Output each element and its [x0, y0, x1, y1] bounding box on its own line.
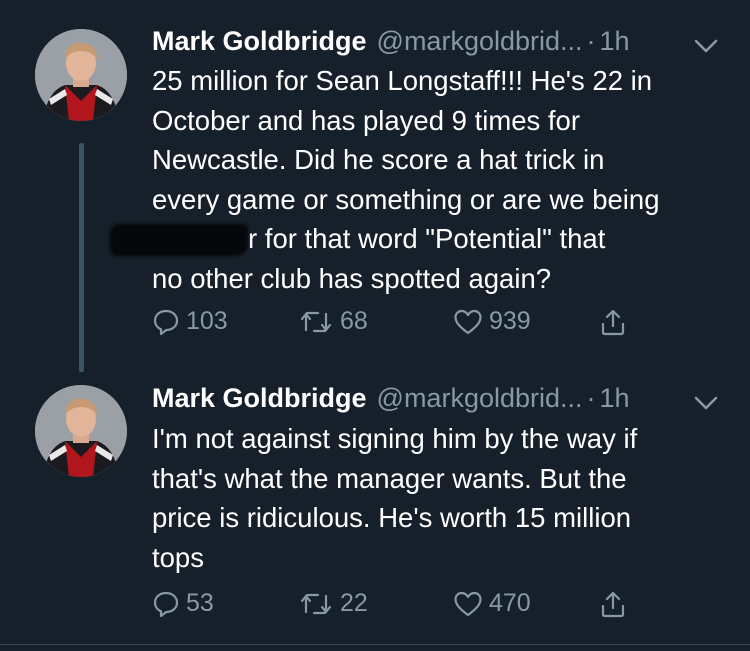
share-icon — [598, 589, 628, 619]
chevron-down-icon[interactable] — [693, 36, 719, 56]
reply-icon — [152, 308, 180, 336]
heart-icon — [453, 308, 483, 336]
separator-dot: · — [586, 383, 596, 413]
thread-line — [79, 143, 84, 372]
heart-icon — [453, 590, 483, 618]
like-button[interactable]: 470 — [453, 589, 531, 618]
avatar[interactable] — [35, 385, 127, 477]
tweet-text-line: that's what the manager wants. But the — [152, 462, 627, 494]
tweet-text-line: no other club has spotted again? — [152, 262, 552, 294]
reply-icon — [152, 590, 180, 618]
tweet-text-line: price is ridiculous. He's worth 15 milli… — [152, 502, 632, 533]
share-button[interactable] — [598, 307, 628, 337]
chevron-down-icon[interactable] — [693, 393, 719, 413]
retweet-button[interactable]: 22 — [298, 589, 368, 618]
tweet-text: 25 million for Sean Longstaff!!! He's 22… — [110, 61, 732, 298]
tweet-1[interactable]: Mark Goldbridge @markgoldbrid... · 1h 25… — [0, 0, 750, 372]
username[interactable]: @markgoldbrid... — [377, 383, 583, 414]
tweet-actions: 53 22 470 — [152, 589, 652, 623]
share-button[interactable] — [598, 589, 628, 619]
reply-button[interactable]: 53 — [152, 589, 214, 618]
tweet-header: Mark Goldbridge @markgoldbrid... · 1h — [152, 26, 630, 62]
retweet-count: 68 — [340, 307, 368, 335]
share-icon — [598, 307, 628, 337]
display-name[interactable]: Mark Goldbridge — [152, 26, 367, 57]
tweet-text-line: 25 million for Sean Longstaff!!! He's 22… — [152, 65, 653, 96]
tweet-divider — [0, 644, 750, 645]
tweet-text-line: October and has played 9 times for — [152, 104, 581, 136]
avatar[interactable] — [35, 29, 127, 121]
tweet-text: I'm not against signing him by the way i… — [152, 419, 732, 577]
like-count: 470 — [489, 589, 531, 617]
retweet-count: 22 — [340, 589, 368, 617]
reply-count: 53 — [186, 589, 214, 617]
separator-dot: · — [586, 26, 596, 56]
retweet-icon — [298, 590, 334, 618]
display-name[interactable]: Mark Goldbridge — [152, 383, 367, 414]
redaction-mark — [110, 224, 248, 256]
tweet-text-line: I'm not against signing him by the way i… — [152, 423, 638, 454]
like-count: 939 — [489, 307, 531, 335]
reply-count: 103 — [186, 307, 228, 335]
retweet-button[interactable]: 68 — [298, 307, 368, 336]
tweet-2[interactable]: Mark Goldbridge @markgoldbrid... · 1h I'… — [0, 372, 750, 642]
tweet-actions: 103 68 939 — [152, 307, 652, 341]
retweet-icon — [298, 308, 334, 336]
tweet-text-fragment: r for that word "Potential" that — [248, 223, 606, 254]
tweet-text-line: Newcastle. Did he score a hat trick in — [152, 144, 605, 175]
timestamp[interactable]: 1h — [600, 26, 630, 57]
username[interactable]: @markgoldbrid... — [377, 26, 583, 57]
tweet-text-line: every game or something or are we being — [152, 183, 660, 215]
reply-button[interactable]: 103 — [152, 307, 228, 336]
timestamp[interactable]: 1h — [600, 383, 630, 414]
tweet-header: Mark Goldbridge @markgoldbrid... · 1h — [152, 383, 630, 419]
tweet-text-line: r for that word "Potential" that — [110, 219, 732, 259]
tweet-text-line: tops — [152, 541, 204, 573]
like-button[interactable]: 939 — [453, 307, 531, 336]
